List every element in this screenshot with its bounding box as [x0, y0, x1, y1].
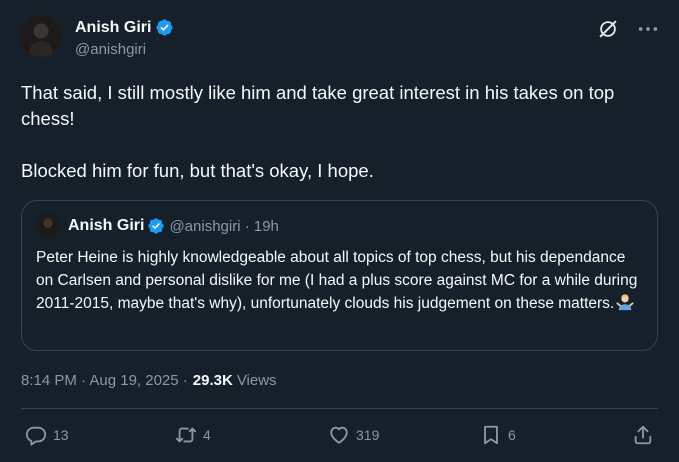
views-count: 29.3K [192, 372, 233, 389]
avatar[interactable] [20, 15, 62, 57]
share-button[interactable] [632, 424, 654, 446]
person-shrugging-emoji [616, 294, 634, 311]
like-count: 319 [356, 427, 380, 443]
bookmark-icon [484, 425, 498, 445]
reply-icon [25, 426, 47, 446]
views-label: Views [236, 372, 277, 389]
verified-badge-icon [148, 218, 165, 234]
quoted-text: Peter Heine is highly knowledgeable abou… [36, 249, 638, 312]
share-icon [634, 425, 652, 445]
repost-button[interactable]: 4 [175, 424, 211, 446]
quoted-text-block: Peter Heine is highly knowledgeable abou… [36, 246, 646, 315]
tweet-text: That said, I still mostly like him and t… [21, 82, 615, 181]
quoted-avatar [36, 214, 60, 238]
bookmark-count: 6 [508, 427, 516, 443]
author-name-row: Anish Giri [75, 18, 174, 37]
quoted-tweet[interactable]: Anish Giri @anishgiri · 19h Peter Heine … [21, 200, 658, 351]
tweet: Anish Giri @anishgiri That said, I still… [0, 0, 679, 462]
more-icon[interactable] [637, 20, 659, 38]
action-bar: 13 4 319 6 [21, 424, 658, 454]
repost-count: 4 [203, 427, 211, 443]
tweet-header: Anish Giri @anishgiri [20, 14, 659, 64]
repost-icon [175, 427, 197, 443]
author-name[interactable]: Anish Giri [75, 19, 151, 37]
like-button[interactable]: 319 [328, 424, 379, 446]
verified-badge-icon [156, 19, 174, 36]
reply-count: 13 [53, 427, 69, 443]
tweet-meta: 8:14 PM · Aug 19, 2025 · 29.3K Views [21, 372, 277, 389]
divider [21, 408, 658, 409]
like-icon [330, 426, 348, 444]
quoted-author-name: Anish Giri [68, 217, 145, 234]
grok-icon[interactable] [597, 18, 619, 40]
reply-button[interactable]: 13 [25, 424, 69, 446]
bookmark-button[interactable]: 6 [480, 424, 516, 446]
quoted-header: Anish Giri @anishgiri · 19h [36, 214, 279, 238]
tweet-datetime[interactable]: 8:14 PM · Aug 19, 2025 · [21, 372, 188, 389]
author-handle[interactable]: @anishgiri [75, 41, 146, 58]
quoted-handle-time: @anishgiri · 19h [169, 217, 279, 235]
